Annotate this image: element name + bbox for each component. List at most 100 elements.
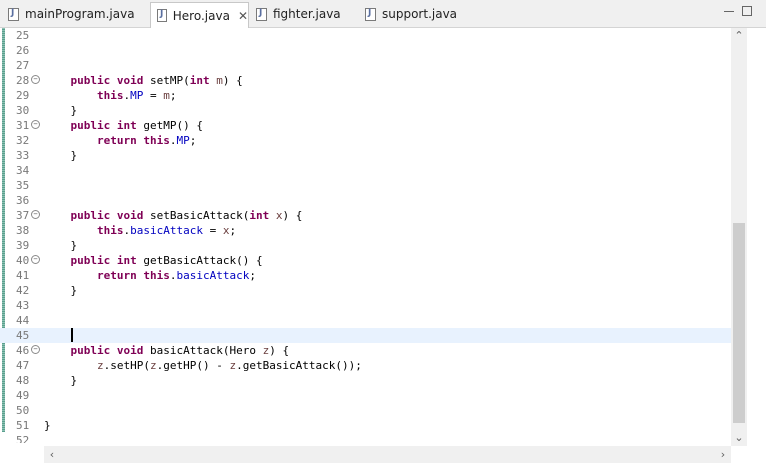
java-file-icon: J	[157, 9, 167, 22]
scrollbar-thumb[interactable]	[733, 223, 745, 423]
code-editor[interactable]: 25 26 27 28− public void setMP(int m) {29 t…	[0, 28, 731, 443]
code-line[interactable]: 40− public int getBasicAttack() {	[0, 253, 731, 268]
code-line[interactable]: 52	[0, 433, 731, 443]
tab-fighter[interactable]: J fighter.java	[250, 2, 354, 26]
code-line[interactable]: 32 return this.MP;	[0, 133, 731, 148]
code-text: return this.basicAttack;	[44, 268, 256, 283]
tab-mainprogram[interactable]: J mainProgram.java	[2, 2, 148, 26]
fold-collapse-icon[interactable]: −	[31, 255, 40, 264]
fold-collapse-icon[interactable]: −	[31, 75, 40, 84]
code-text: }	[44, 373, 77, 388]
code-line[interactable]: 43	[0, 298, 731, 313]
code-token: getMP() {	[136, 119, 203, 132]
code-text: }	[44, 238, 77, 253]
scroll-right-icon[interactable]: ›	[715, 446, 731, 463]
line-number: 41	[16, 269, 30, 282]
fold-collapse-icon[interactable]: −	[31, 210, 40, 219]
code-token: void	[116, 344, 144, 357]
code-line[interactable]: 27	[0, 58, 731, 73]
code-line[interactable]: 35	[0, 178, 731, 193]
code-line[interactable]: 33 }	[0, 148, 731, 163]
line-number: 25	[16, 29, 30, 42]
tab-label: mainProgram.java	[25, 7, 135, 21]
editor-window: J mainProgram.java J Hero.java ✕ J fight…	[0, 0, 766, 468]
code-text: this.MP = m;	[44, 88, 177, 103]
code-token: getBasicAttack() {	[136, 254, 263, 267]
horizontal-scrollbar[interactable]: ‹ ›	[44, 446, 731, 463]
line-number: 48	[16, 374, 30, 387]
line-number: 35	[16, 179, 30, 192]
code-line[interactable]: 47 z.setHP(z.getHP() - z.getBasicAttack(…	[0, 358, 731, 373]
code-token: .getBasicAttack());	[236, 359, 362, 372]
vertical-scrollbar[interactable]: ⌃ ⌄	[731, 28, 747, 446]
code-token: this	[96, 224, 124, 237]
scroll-left-icon[interactable]: ‹	[44, 446, 60, 463]
code-token: .setHP(	[103, 359, 150, 372]
close-icon[interactable]: ✕	[238, 9, 248, 23]
tab-label: support.java	[382, 7, 458, 21]
code-text: public void setMP(int m) {	[44, 73, 243, 88]
code-line[interactable]: 49	[0, 388, 731, 403]
code-token: ;	[249, 269, 256, 282]
maximize-icon[interactable]	[742, 6, 752, 16]
code-line[interactable]: 34	[0, 163, 731, 178]
code-line[interactable]: 48 }	[0, 373, 731, 388]
code-line[interactable]: 36	[0, 193, 731, 208]
text-caret	[71, 328, 73, 342]
minimize-icon[interactable]	[724, 11, 734, 16]
code-token: }	[44, 284, 78, 297]
line-number: 43	[16, 299, 30, 312]
line-number: 32	[16, 134, 30, 147]
code-line[interactable]: 39 }	[0, 238, 731, 253]
code-token: ) {	[282, 209, 303, 222]
code-text: public int getMP() {	[44, 118, 203, 133]
code-line[interactable]: 45	[0, 328, 731, 343]
code-line[interactable]: 38 this.basicAttack = x;	[0, 223, 731, 238]
code-token: m	[163, 89, 170, 102]
code-token: int	[249, 209, 270, 222]
code-token: =	[202, 224, 223, 237]
scroll-up-icon[interactable]: ⌃	[731, 28, 747, 44]
scroll-down-icon[interactable]: ⌄	[731, 430, 747, 446]
code-token: m	[216, 74, 223, 87]
code-text: z.setHP(z.getHP() - z.getBasicAttack());	[44, 358, 362, 373]
code-token: return	[96, 269, 137, 282]
line-number: 26	[16, 44, 30, 57]
code-line[interactable]: 29 this.MP = m;	[0, 88, 731, 103]
code-line[interactable]: 46− public void basicAttack(Hero z) {	[0, 343, 731, 358]
code-line[interactable]: 30 }	[0, 103, 731, 118]
code-line[interactable]: 26	[0, 43, 731, 58]
code-token: basicAttack	[130, 224, 203, 237]
code-token: .getHP() -	[156, 359, 230, 372]
code-token: }	[44, 419, 51, 432]
code-line[interactable]: 25	[0, 28, 731, 43]
line-number: 42	[16, 284, 30, 297]
code-token: return	[96, 134, 137, 147]
code-line[interactable]: 31− public int getMP() {	[0, 118, 731, 133]
java-file-icon: J	[8, 7, 19, 21]
code-token: z	[149, 359, 157, 372]
code-text: }	[44, 418, 51, 433]
code-line[interactable]: 44	[0, 313, 731, 328]
code-line[interactable]: 42 }	[0, 283, 731, 298]
code-line[interactable]: 51}	[0, 418, 731, 433]
code-line[interactable]: 41 return this.basicAttack;	[0, 268, 731, 283]
code-token: ;	[229, 224, 237, 237]
fold-collapse-icon[interactable]: −	[31, 345, 40, 354]
code-token: public	[70, 254, 111, 267]
fold-collapse-icon[interactable]: −	[31, 120, 40, 129]
tab-hero[interactable]: J Hero.java ✕	[150, 2, 249, 28]
code-token: this	[143, 134, 170, 147]
tab-support[interactable]: J support.java	[359, 2, 469, 26]
line-number: 47	[16, 359, 30, 372]
code-line[interactable]: 37− public void setBasicAttack(int x) {	[0, 208, 731, 223]
line-number: 51	[16, 419, 30, 432]
code-line[interactable]: 50	[0, 403, 731, 418]
code-line[interactable]: 28− public void setMP(int m) {	[0, 73, 731, 88]
code-token: =	[143, 89, 164, 102]
code-token: MP	[130, 89, 144, 102]
